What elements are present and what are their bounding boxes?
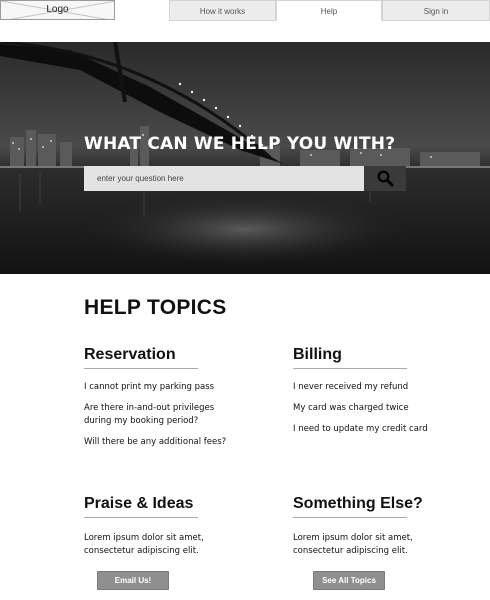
hero-banner: WHAT CAN WE HELP YOU WITH?: [0, 42, 490, 274]
city-bridge-night-image: [0, 42, 490, 274]
help-link[interactable]: Are there in-and-out privileges during m…: [84, 402, 244, 428]
help-link[interactable]: My card was charged twice: [293, 402, 473, 415]
section-body: Lorem ipsum dolor sit amet, consectetur …: [84, 533, 204, 556]
logo-text: Logo: [46, 4, 69, 15]
logo[interactable]: Logo: [0, 0, 115, 20]
section-title: Praise & Ideas: [84, 495, 198, 518]
section-title: Something Else?: [293, 495, 423, 518]
section-something-else: Something Else? Lorem ipsum dolor sit am…: [293, 495, 473, 558]
section-body: Lorem ipsum dolor sit amet, consectetur …: [293, 533, 413, 556]
help-link[interactable]: I never received my refund: [293, 381, 473, 394]
see-all-topics-button[interactable]: See All Topics: [313, 571, 385, 590]
email-us-button[interactable]: Email Us!: [97, 571, 169, 590]
help-link[interactable]: I need to update my credit card: [293, 423, 473, 436]
hero-title: WHAT CAN WE HELP YOU WITH?: [84, 134, 396, 154]
nav-tab-how-it-works[interactable]: How it works: [169, 0, 276, 21]
help-topics-heading: HELP TOPICS: [84, 296, 227, 319]
link-list: I never received my refund My card was c…: [293, 381, 473, 436]
top-nav: How it works Help Sign in: [169, 0, 490, 21]
search-button[interactable]: [364, 166, 406, 191]
section-title: Billing: [293, 346, 407, 369]
section-billing: Billing I never received my refund My ca…: [293, 346, 473, 444]
help-link[interactable]: I cannot print my parking pass: [84, 381, 264, 394]
nav-tab-sign-in[interactable]: Sign in: [382, 0, 490, 21]
section-reservation: Reservation I cannot print my parking pa…: [84, 346, 264, 457]
section-title: Reservation: [84, 346, 198, 369]
link-list: I cannot print my parking pass Are there…: [84, 381, 264, 449]
search-input[interactable]: [84, 166, 364, 191]
section-praise-ideas: Praise & Ideas Lorem ipsum dolor sit ame…: [84, 495, 264, 558]
search-icon: [377, 170, 394, 187]
help-link[interactable]: Will there be any additional fees?: [84, 436, 264, 449]
nav-tab-help[interactable]: Help: [276, 0, 382, 21]
